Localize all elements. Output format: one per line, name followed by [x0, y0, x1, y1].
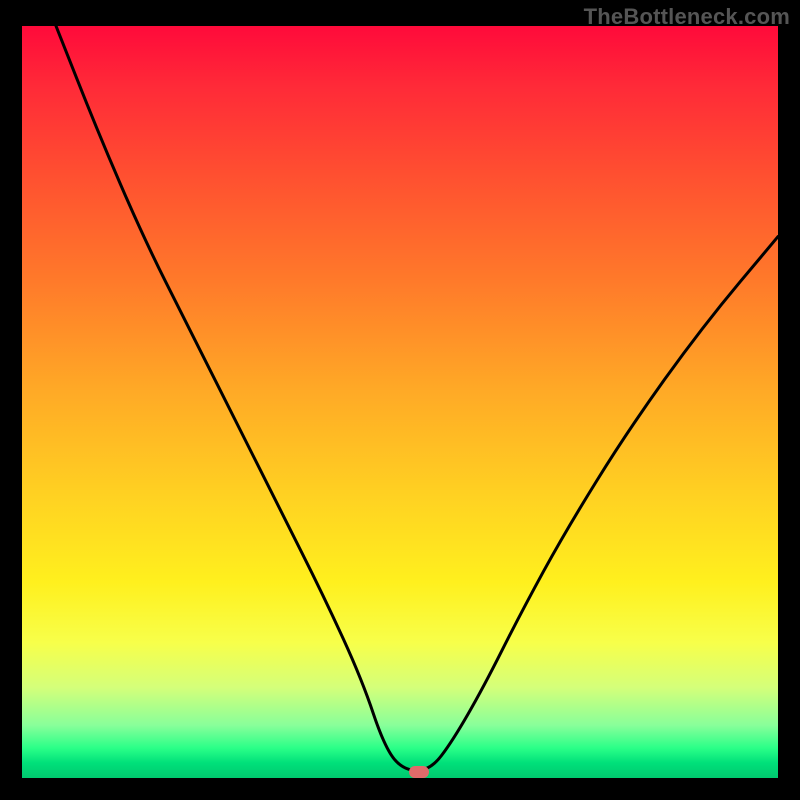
plot-area	[22, 26, 778, 778]
curve-svg	[22, 26, 778, 778]
curve-path	[56, 26, 778, 771]
chart-frame: TheBottleneck.com	[0, 0, 800, 800]
curve-minimum-marker	[409, 766, 429, 778]
